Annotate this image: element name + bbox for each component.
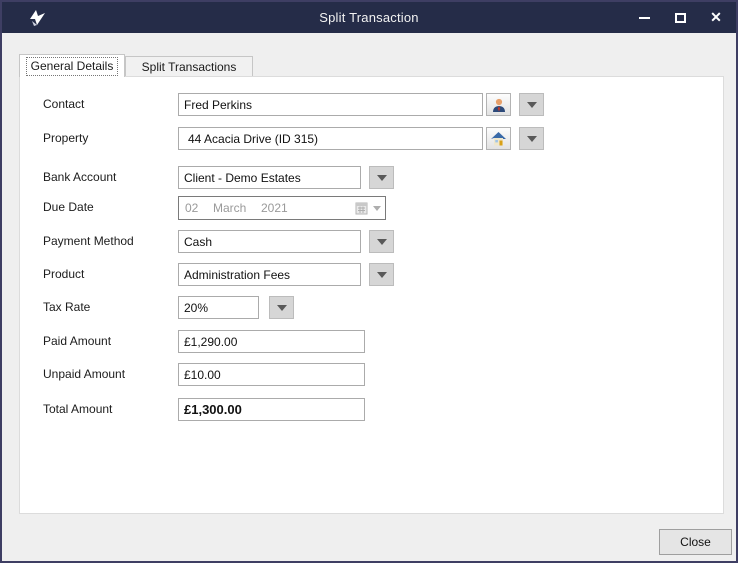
caption-buttons: ✕ [626,2,734,33]
property-lookup-button[interactable] [486,127,511,150]
due-date-day: 02 [185,201,213,215]
minimize-button[interactable] [626,2,662,33]
bank-account-dropdown-button[interactable] [369,166,394,189]
window-close-button[interactable]: ✕ [698,2,734,33]
due-date-picker: 02 March 2021 [178,196,386,220]
titlebar: Split Transaction ✕ [2,2,736,33]
tab-split-transactions-label: Split Transactions [142,60,237,74]
chevron-down-icon [377,239,387,245]
property-dropdown-button[interactable] [519,127,544,150]
due-date-icons [355,201,381,215]
maximize-icon [675,13,686,23]
chevron-down-icon [277,305,287,311]
contact-dropdown-button[interactable] [519,93,544,116]
contact-lookup-button[interactable] [486,93,511,116]
maximize-button[interactable] [662,2,698,33]
due-date-month: March [213,201,261,215]
bank-account-label: Bank Account [43,170,116,184]
tab-split-transactions[interactable]: Split Transactions [125,56,253,76]
chevron-down-icon [527,136,537,142]
house-icon [490,131,507,147]
property-input[interactable] [178,127,483,150]
contact-label: Contact [43,97,84,111]
tax-rate-input[interactable] [178,296,259,319]
close-button[interactable]: Close [659,529,732,555]
property-label: Property [43,131,88,145]
contact-input[interactable] [178,93,483,116]
payment-method-label: Payment Method [43,234,134,248]
person-icon [491,97,507,113]
total-amount-input[interactable] [178,398,365,421]
payment-method-dropdown-button[interactable] [369,230,394,253]
unpaid-amount-input[interactable] [178,363,365,386]
paid-amount-label: Paid Amount [43,334,111,348]
minimize-icon [639,17,650,19]
split-transaction-dialog: Split Transaction ✕ General Details Spli… [0,0,738,563]
due-date-label: Due Date [43,200,94,214]
product-label: Product [43,267,84,281]
paid-amount-input[interactable] [178,330,365,353]
unpaid-amount-label: Unpaid Amount [43,367,125,381]
chevron-down-icon [527,102,537,108]
total-amount-label: Total Amount [43,402,112,416]
tax-rate-label: Tax Rate [43,300,90,314]
bank-account-input[interactable] [178,166,361,189]
due-date-year: 2021 [261,201,301,215]
tab-general-details-label: General Details [26,57,119,76]
product-dropdown-button[interactable] [369,263,394,286]
tax-rate-dropdown-button[interactable] [269,296,294,319]
general-details-page: Contact Property Bank Acc [19,76,724,514]
chevron-down-icon [373,206,381,211]
product-input[interactable] [178,263,361,286]
payment-method-input[interactable] [178,230,361,253]
chevron-down-icon [377,175,387,181]
tab-general-details[interactable]: General Details [19,54,125,77]
calendar-icon [355,201,369,215]
chevron-down-icon [377,272,387,278]
